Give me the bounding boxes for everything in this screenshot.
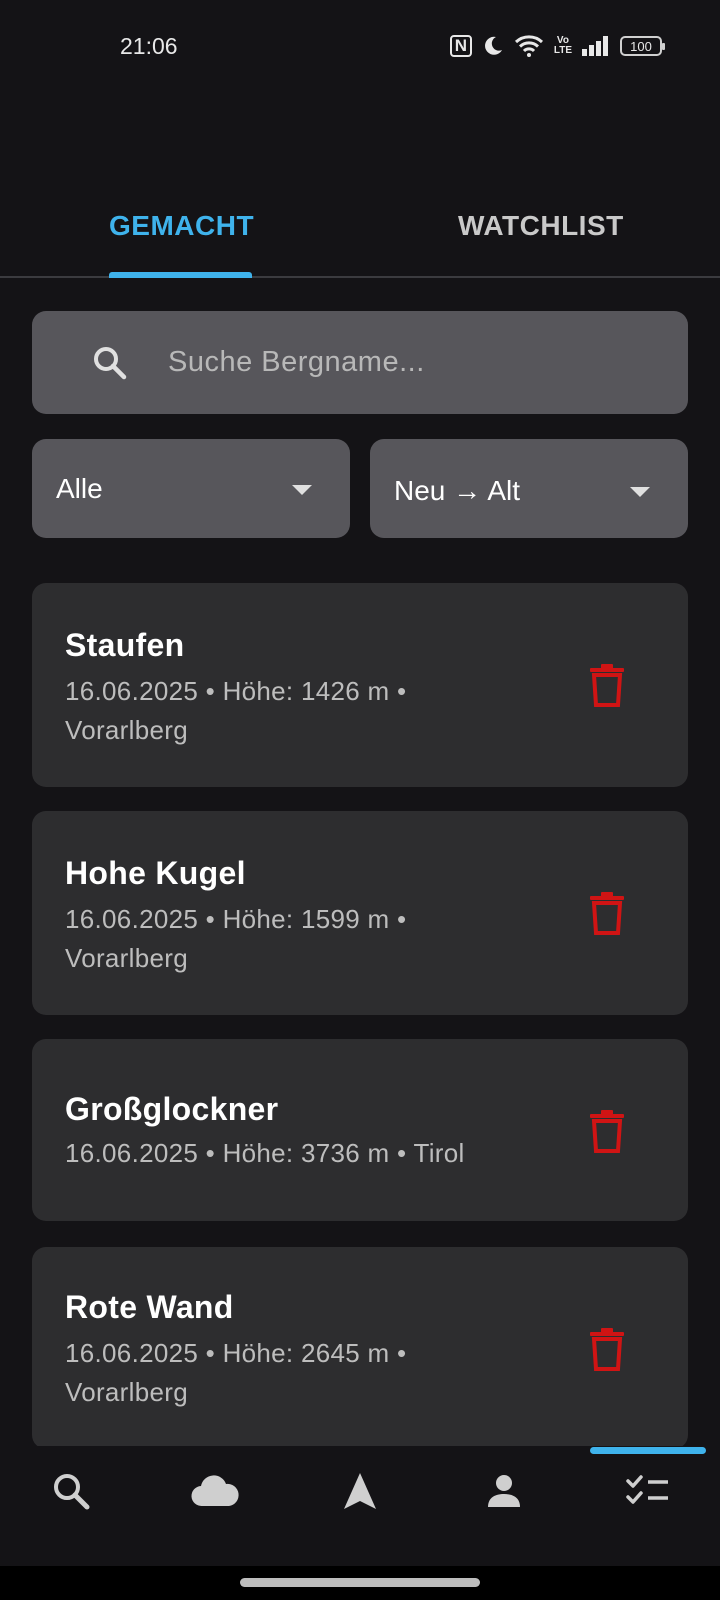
mountain-details-line2: Vorarlberg <box>65 715 188 745</box>
delete-icon[interactable] <box>587 891 627 935</box>
mountain-name: Staufen <box>65 627 185 663</box>
sort-dropdown[interactable]: Neu → Alt <box>370 439 688 538</box>
nav-active-indicator <box>590 1447 706 1454</box>
search-box[interactable] <box>32 311 688 414</box>
mountain-card[interactable]: Hohe Kugel 16.06.2025 • Höhe: 1599 m • V… <box>32 811 688 1015</box>
battery-icon: 100 <box>620 36 665 56</box>
sort-selected-value: Neu → Alt <box>394 475 521 506</box>
active-tab-indicator <box>109 272 252 278</box>
search-input[interactable] <box>168 311 668 414</box>
bottom-navigation <box>0 1446 720 1566</box>
nav-navigation-icon[interactable] <box>335 1466 385 1516</box>
status-bar: 21:06 N Vo LTE 100 <box>0 0 720 92</box>
delete-icon[interactable] <box>587 663 627 707</box>
filter-selected-value: Alle <box>56 473 103 504</box>
tab-gemacht[interactable]: GEMACHT <box>109 210 254 242</box>
delete-icon[interactable] <box>587 1327 627 1371</box>
tab-bar: GEMACHT WATCHLIST <box>0 190 720 278</box>
mountain-details-line1: 16.06.2025 • Höhe: 3736 m • Tirol <box>65 1138 465 1168</box>
filter-dropdown[interactable]: Alle <box>32 439 350 538</box>
nav-cloud-icon[interactable] <box>190 1466 240 1516</box>
do-not-disturb-moon-icon <box>482 35 504 57</box>
mountain-details-line1: 16.06.2025 • Höhe: 1599 m • <box>65 904 407 934</box>
nav-search-icon[interactable] <box>46 1466 96 1516</box>
mountain-details: 16.06.2025 • Höhe: 1426 m • Vorarlberg <box>65 672 485 750</box>
mountain-name: Hohe Kugel <box>65 855 246 891</box>
mountain-details: 16.06.2025 • Höhe: 2645 m • Vorarlberg <box>65 1334 485 1412</box>
dropdown-arrow-icon <box>292 485 312 495</box>
mountain-card[interactable]: Rote Wand 16.06.2025 • Höhe: 2645 m • Vo… <box>32 1247 688 1449</box>
status-time: 21:06 <box>120 33 178 59</box>
wifi-icon <box>514 34 544 58</box>
signal-icon <box>582 36 610 56</box>
volte-icon: Vo LTE <box>554 36 572 56</box>
mountain-name: Großglockner <box>65 1091 279 1127</box>
dropdown-arrow-icon <box>630 487 650 497</box>
mountain-details-line2: Vorarlberg <box>65 943 188 973</box>
nfc-icon: N <box>449 35 472 57</box>
mountain-card[interactable]: Großglockner 16.06.2025 • Höhe: 3736 m •… <box>32 1039 688 1221</box>
mountain-details: 16.06.2025 • Höhe: 3736 m • Tirol <box>65 1134 545 1173</box>
nav-person-icon[interactable] <box>479 1466 529 1516</box>
search-icon <box>92 345 128 386</box>
tab-watchlist[interactable]: WATCHLIST <box>458 210 624 242</box>
delete-icon[interactable] <box>587 1109 627 1153</box>
mountain-details: 16.06.2025 • Höhe: 1599 m • Vorarlberg <box>65 900 485 978</box>
nav-checklist-icon[interactable] <box>623 1466 673 1516</box>
volte-bottom-label: LTE <box>553 45 572 56</box>
mountain-name: Rote Wand <box>65 1289 234 1325</box>
mountain-details-line1: 16.06.2025 • Höhe: 2645 m • <box>65 1338 407 1368</box>
mountain-details-line1: 16.06.2025 • Höhe: 1426 m • <box>65 676 407 706</box>
mountain-card[interactable]: Staufen 16.06.2025 • Höhe: 1426 m • Vora… <box>32 583 688 787</box>
home-indicator[interactable] <box>240 1578 480 1587</box>
mountain-details-line2: Vorarlberg <box>65 1377 188 1407</box>
status-icons: N Vo LTE 100 <box>449 33 665 59</box>
